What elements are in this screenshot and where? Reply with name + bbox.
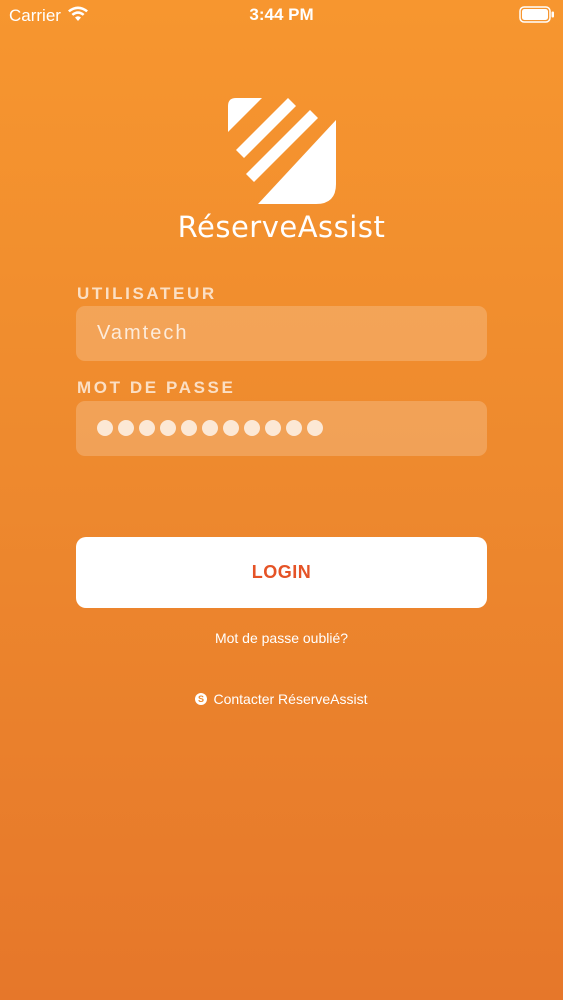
brand-name: RéserveAssist <box>177 210 386 244</box>
password-dot <box>265 420 281 436</box>
username-label: UTILISATEUR <box>77 284 217 303</box>
password-dot <box>202 420 218 436</box>
password-dot <box>223 420 239 436</box>
password-dot <box>307 420 323 436</box>
skype-icon: S <box>195 693 208 705</box>
battery-icon <box>519 6 554 23</box>
password-dot <box>118 420 134 436</box>
password-dot <box>244 420 260 436</box>
password-dot <box>139 420 155 436</box>
reserveassist-logo <box>228 98 336 204</box>
forgot-password-link[interactable]: Mot de passe oublié? <box>0 630 563 646</box>
username-value: Vamtech <box>97 322 189 344</box>
username-field[interactable]: Vamtech <box>76 306 487 361</box>
password-dot <box>160 420 176 436</box>
login-button[interactable]: LOGIN <box>76 537 487 608</box>
password-field[interactable] <box>76 401 487 456</box>
svg-text:S: S <box>198 694 204 704</box>
password-label: MOT DE PASSE <box>77 378 236 397</box>
password-dot <box>181 420 197 436</box>
contact-label: Contacter RéserveAssist <box>213 691 368 707</box>
password-dot <box>97 420 113 436</box>
password-mask <box>97 420 323 436</box>
password-dot <box>286 420 302 436</box>
status-time: 3:44 PM <box>249 5 314 24</box>
status-bar: Carrier 3:44 PM <box>0 0 563 30</box>
contact-link[interactable]: S Contacter RéserveAssist <box>0 691 563 707</box>
